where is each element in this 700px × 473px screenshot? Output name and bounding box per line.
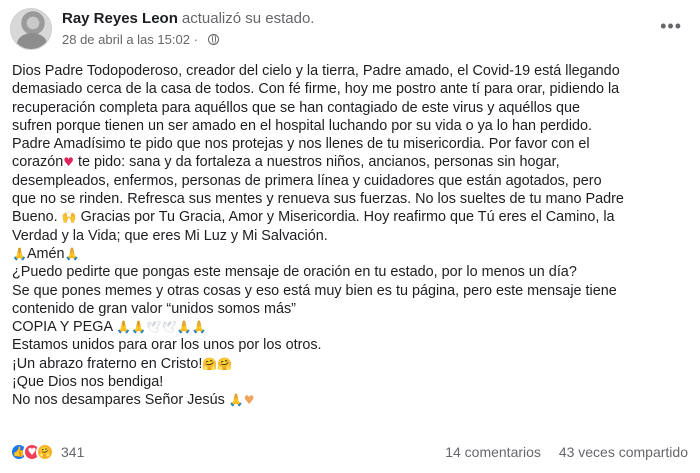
body-text: ¡Un abrazo fraterno en Cristo! — [12, 355, 203, 372]
post-timestamp[interactable]: 28 de abril a las 15:02 — [62, 32, 190, 47]
globe-icon — [207, 34, 219, 45]
author-name[interactable]: Ray Reyes Leon — [62, 10, 178, 27]
post-action: actualizó su estado. — [181, 10, 315, 27]
body-line: ¿Puedo pedirte que pongas este mensaje d… — [12, 264, 577, 281]
post-header: Ray Reyes Leon actualizó su estado. 28 de… — [10, 6, 690, 52]
pray-icon: 🙏 — [12, 246, 27, 261]
body-line: que no se rinden. Refresca sus mentes y … — [12, 191, 624, 208]
status-post: Ray Reyes Leon actualizó su estado. 28 de… — [0, 0, 700, 473]
care-icon: 🤗 — [36, 443, 54, 461]
praise-hands-icon: 🙌 — [61, 210, 77, 225]
avatar[interactable] — [10, 8, 52, 50]
reactions-summary[interactable]: 👍 ♥ 🤗 341 — [10, 443, 84, 461]
post-footer: 👍 ♥ 🤗 341 14 comentarios 43 veces compar… — [10, 440, 690, 466]
dove-icon: 🕊 — [146, 320, 162, 335]
body-text: corazón — [12, 154, 64, 171]
body-line: contenido de gran valor “unidos somos má… — [12, 300, 296, 317]
body-line: No nos desampares Señor Jesús 🙏♥ — [12, 391, 692, 409]
reaction-count[interactable]: 341 — [61, 444, 84, 460]
body-line: ¡Que Dios nos bendiga! — [12, 374, 164, 391]
more-options-icon[interactable]: ••• — [660, 16, 682, 37]
body-line: Verdad y la Vida; que eres Mi Luz y Mi S… — [12, 227, 328, 244]
meta-separator: · — [193, 32, 198, 47]
pray-icon: 🙏 — [64, 246, 80, 261]
pray-heart-icon: 🙏♥ — [228, 393, 255, 408]
hug-icon: 🤗 — [202, 356, 218, 371]
body-text: Gracias por Tu Gracia, Amor y Misericord… — [76, 209, 615, 226]
body-text: No nos desampares Señor Jesús — [12, 392, 225, 409]
pray-icon: 🙏 — [131, 320, 147, 335]
body-line: Se que pones memes y otras cosas y eso e… — [12, 282, 617, 299]
body-line: sufren porque tienen un ser amado en el … — [12, 117, 593, 134]
body-line: COPIA Y PEGA 🙏🙏🕊🕊🙏🙏 — [12, 318, 692, 336]
body-line: Estamos unidos para orar los unos por lo… — [12, 337, 322, 354]
hug-icon: 🤗 — [217, 356, 233, 371]
comments-link[interactable]: 14 comentarios — [445, 444, 541, 460]
post-body: Dios Padre Todopoderoso, creador del cie… — [12, 62, 692, 410]
dove-icon: 🕊 — [161, 320, 177, 335]
body-line: Bueno. 🙌 Gracias por Tu Gracia, Amor y M… — [12, 208, 692, 226]
body-line: corazón♥ te pido: sana y da fortaleza a … — [12, 153, 692, 171]
pray-icon: 🙏 — [176, 320, 192, 335]
body-line: demasiado cerca de la casa de todos. Con… — [12, 81, 620, 98]
body-line: Padre Amadísimo te pido que nos protejas… — [12, 136, 590, 153]
post-title-line: Ray Reyes Leon actualizó su estado. — [62, 10, 314, 27]
body-text: Amén — [26, 245, 65, 262]
post-meta: 28 de abril a las 15:02 · — [62, 32, 219, 47]
body-text: Bueno. — [12, 209, 58, 226]
engagement-stats: 14 comentarios 43 veces compartido — [431, 444, 688, 460]
heart-icon: ♥ — [63, 155, 74, 170]
body-line: desempleados, enfermos, personas de prim… — [12, 172, 602, 189]
shares-link[interactable]: 43 veces compartido — [559, 444, 688, 460]
body-line: 🙏Amén🙏 — [12, 245, 692, 263]
pray-icon: 🙏 — [191, 320, 207, 335]
body-text: COPIA Y PEGA — [12, 319, 113, 336]
body-line: Dios Padre Todopoderoso, creador del cie… — [12, 63, 620, 79]
body-line: recuperación completa para aquéllos que … — [12, 99, 581, 116]
body-text: te pido: sana y da fortaleza a nuestros … — [73, 154, 560, 171]
pray-icon: 🙏 — [116, 320, 132, 335]
body-line: ¡Un abrazo fraterno en Cristo!🤗🤗 — [12, 355, 692, 373]
